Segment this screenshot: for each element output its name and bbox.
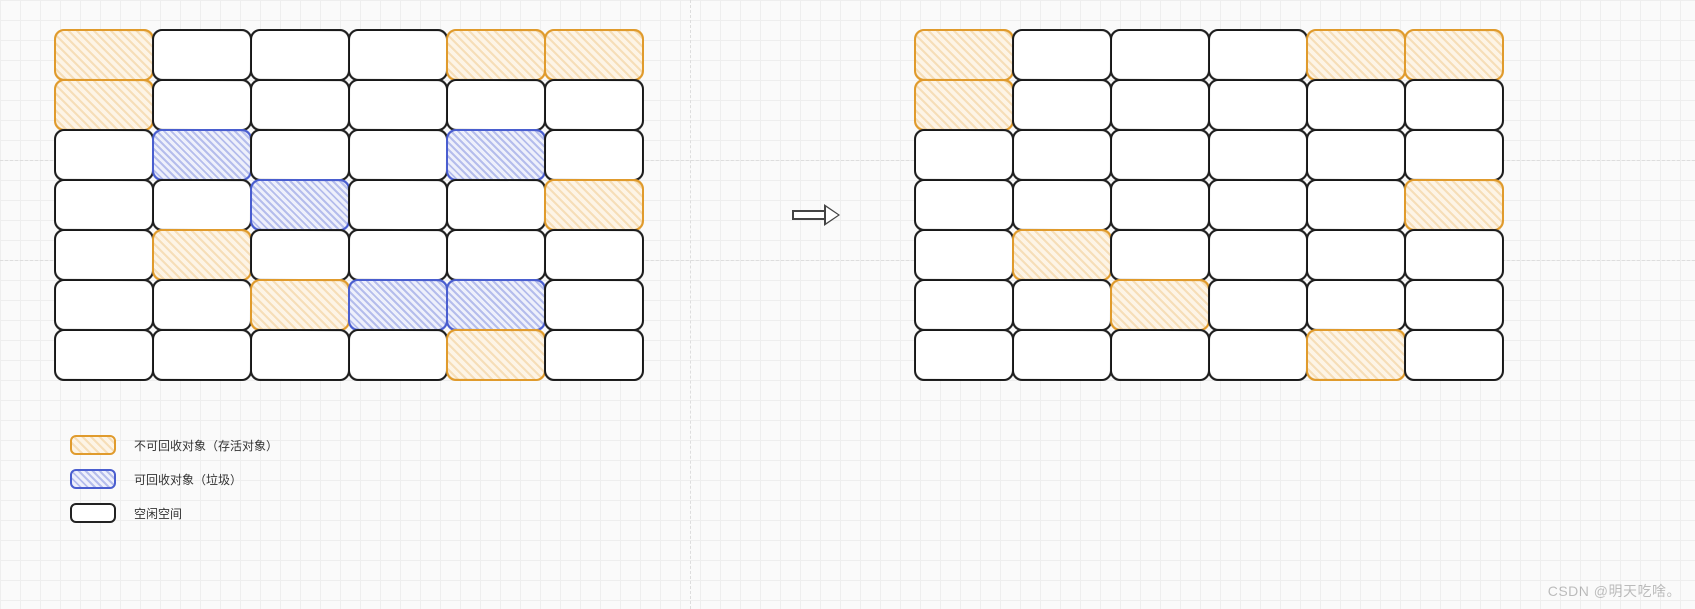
memory-cell-free <box>1404 129 1504 181</box>
memory-cell-free <box>1306 279 1406 331</box>
memory-cell-free <box>250 329 350 381</box>
memory-cell-unrecyclable <box>1306 329 1406 381</box>
legend-row-recyclable: 可回收对象（垃圾） <box>70 469 278 489</box>
memory-cell-free <box>54 279 154 331</box>
memory-cell-free <box>1110 229 1210 281</box>
memory-cell-free <box>544 229 644 281</box>
memory-cell-free <box>1306 129 1406 181</box>
memory-cell-free <box>1012 329 1112 381</box>
memory-cell-free <box>250 29 350 81</box>
memory-cell-recyclable <box>250 179 350 231</box>
memory-cell-unrecyclable <box>1012 229 1112 281</box>
memory-cell-free <box>1306 229 1406 281</box>
memory-cell-free <box>446 79 546 131</box>
memory-cell-unrecyclable <box>446 29 546 81</box>
memory-cell-free <box>1208 279 1308 331</box>
memory-cell-free <box>348 329 448 381</box>
memory-cell-free <box>544 329 644 381</box>
memory-cell-free <box>1110 79 1210 131</box>
memory-cell-free <box>1306 179 1406 231</box>
memory-cell-free <box>1012 129 1112 181</box>
legend-row-unrecyclable: 不可回收对象（存活对象） <box>70 435 278 455</box>
memory-cell-free <box>914 179 1014 231</box>
memory-cell-free <box>1012 279 1112 331</box>
memory-cell-free <box>1404 279 1504 331</box>
memory-cell-unrecyclable <box>544 179 644 231</box>
memory-cell-free <box>348 229 448 281</box>
memory-cell-free <box>1208 79 1308 131</box>
legend-label-unrecyclable: 不可回收对象（存活对象） <box>134 437 278 454</box>
memory-cell-free <box>544 279 644 331</box>
memory-cell-free <box>1110 29 1210 81</box>
memory-cell-recyclable <box>446 129 546 181</box>
memory-cell-free <box>348 129 448 181</box>
memory-cell-free <box>152 29 252 81</box>
watermark: CSDN @明天吃啥。 <box>1548 581 1681 601</box>
memory-cell-free <box>1404 79 1504 131</box>
memory-cell-unrecyclable <box>54 79 154 131</box>
memory-cell-free <box>1110 179 1210 231</box>
memory-cell-free <box>1404 229 1504 281</box>
memory-cell-free <box>152 79 252 131</box>
memory-cell-free <box>1208 29 1308 81</box>
memory-cell-recyclable <box>152 129 252 181</box>
memory-cell-unrecyclable <box>54 29 154 81</box>
memory-cell-free <box>914 229 1014 281</box>
memory-cell-unrecyclable <box>1306 29 1406 81</box>
memory-cell-free <box>152 279 252 331</box>
legend-label-recyclable: 可回收对象（垃圾） <box>134 471 242 488</box>
memory-cell-recyclable <box>446 279 546 331</box>
memory-cell-free <box>348 29 448 81</box>
legend-swatch-unrecyclable <box>70 435 116 455</box>
legend-swatch-free <box>70 503 116 523</box>
memory-cell-free <box>152 179 252 231</box>
memory-cell-free <box>54 129 154 181</box>
memory-cell-free <box>348 79 448 131</box>
memory-cell-unrecyclable <box>250 279 350 331</box>
memory-cell-unrecyclable <box>914 29 1014 81</box>
memory-cell-free <box>250 129 350 181</box>
memory-cell-free <box>446 179 546 231</box>
memory-cell-free <box>1208 229 1308 281</box>
helper-line <box>690 0 691 609</box>
memory-cell-free <box>1012 179 1112 231</box>
memory-cell-free <box>1208 129 1308 181</box>
memory-cell-free <box>54 179 154 231</box>
memory-cell-free <box>1012 79 1112 131</box>
memory-cell-unrecyclable <box>1404 29 1504 81</box>
legend-swatch-recyclable <box>70 469 116 489</box>
memory-cell-unrecyclable <box>914 79 1014 131</box>
memory-cell-free <box>348 179 448 231</box>
memory-cell-free <box>914 279 1014 331</box>
memory-cell-free <box>152 329 252 381</box>
memory-cell-free <box>914 329 1014 381</box>
memory-cell-free <box>544 129 644 181</box>
memory-cell-free <box>544 79 644 131</box>
arrow-icon <box>792 205 842 225</box>
memory-cell-recyclable <box>348 279 448 331</box>
memory-cell-unrecyclable <box>152 229 252 281</box>
memory-cell-unrecyclable <box>1404 179 1504 231</box>
memory-cell-unrecyclable <box>1110 279 1210 331</box>
memory-cell-free <box>250 229 350 281</box>
memory-cell-unrecyclable <box>446 329 546 381</box>
legend: 不可回收对象（存活对象） 可回收对象（垃圾） 空闲空间 <box>70 435 278 537</box>
legend-row-free: 空闲空间 <box>70 503 278 523</box>
memory-cell-free <box>1404 329 1504 381</box>
memory-cell-free <box>914 129 1014 181</box>
memory-cell-free <box>1012 29 1112 81</box>
memory-cell-free <box>1306 79 1406 131</box>
memory-cell-free <box>446 229 546 281</box>
memory-cell-free <box>1208 329 1308 381</box>
memory-cell-unrecyclable <box>544 29 644 81</box>
memory-cell-free <box>54 229 154 281</box>
heap-before-grid <box>55 30 643 380</box>
memory-cell-free <box>1110 129 1210 181</box>
memory-cell-free <box>1110 329 1210 381</box>
heap-after-grid <box>915 30 1503 380</box>
legend-label-free: 空闲空间 <box>134 505 182 522</box>
memory-cell-free <box>54 329 154 381</box>
memory-cell-free <box>1208 179 1308 231</box>
memory-cell-free <box>250 79 350 131</box>
